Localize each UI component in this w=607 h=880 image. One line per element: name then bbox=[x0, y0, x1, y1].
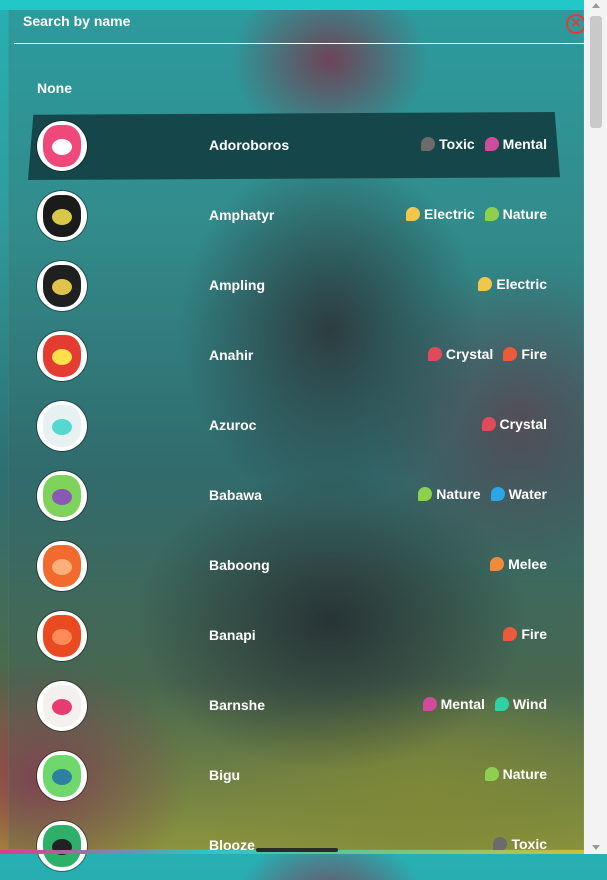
type-label: Fire bbox=[521, 346, 547, 362]
scrollbar-thumb[interactable] bbox=[590, 16, 602, 128]
type-label: Nature bbox=[502, 766, 547, 782]
monster-name: Bigu bbox=[209, 767, 241, 783]
scroll-down-arrow-icon[interactable] bbox=[592, 845, 600, 850]
scroll-up-arrow-icon[interactable] bbox=[592, 3, 600, 8]
drag-handle[interactable] bbox=[256, 848, 338, 852]
list-item[interactable]: Azuroc Crystal bbox=[28, 392, 560, 460]
list-item[interactable]: Anahir Crystal Fire bbox=[28, 322, 560, 390]
list-item[interactable]: Baboong Melee bbox=[28, 532, 560, 600]
avatar bbox=[37, 331, 87, 381]
type-label: Water bbox=[508, 486, 547, 502]
avatar bbox=[37, 541, 87, 591]
type-label: Fire bbox=[521, 626, 547, 642]
type-badge: Melee bbox=[490, 556, 547, 572]
type-label: Crystal bbox=[445, 346, 494, 362]
type-badge: Crystal bbox=[481, 416, 547, 432]
nature-type-icon bbox=[418, 487, 433, 501]
type-label: Electric bbox=[496, 276, 547, 292]
type-badge: Nature bbox=[418, 486, 481, 502]
avatar bbox=[37, 821, 87, 871]
avatar bbox=[37, 261, 87, 311]
type-badge: Wind bbox=[494, 696, 547, 712]
type-label: Nature bbox=[502, 206, 547, 222]
type-badge: Nature bbox=[484, 766, 547, 782]
list-item[interactable]: Babawa Nature Water bbox=[28, 462, 560, 530]
type-badge: Toxic bbox=[421, 136, 475, 152]
monster-name: Ampling bbox=[209, 277, 265, 293]
type-list: Crystal bbox=[481, 416, 547, 432]
list-item[interactable]: Amphatyr Electric Nature bbox=[28, 182, 560, 250]
monster-name: Azuroc bbox=[209, 417, 257, 433]
avatar bbox=[37, 191, 87, 241]
type-badge: Mental bbox=[422, 696, 485, 712]
type-label: Electric bbox=[424, 206, 475, 222]
type-list: Electric Nature bbox=[406, 206, 547, 222]
avatar bbox=[37, 751, 87, 801]
type-list: Toxic Mental bbox=[421, 136, 547, 152]
type-badge: Fire bbox=[503, 346, 547, 362]
type-badge: Fire bbox=[503, 626, 547, 642]
type-list: Mental Wind bbox=[422, 696, 547, 712]
scrollbar-track[interactable] bbox=[584, 0, 607, 854]
type-badge: Electric bbox=[478, 276, 547, 292]
monster-name: Amphatyr bbox=[209, 207, 275, 223]
type-list: Melee bbox=[490, 556, 547, 572]
nature-type-icon bbox=[484, 767, 499, 781]
electric-type-icon bbox=[406, 207, 421, 221]
list-item[interactable]: Banapi Fire bbox=[28, 602, 560, 670]
type-list: Electric bbox=[478, 276, 547, 292]
crystal-type-icon bbox=[481, 417, 496, 431]
type-badge: Electric bbox=[406, 206, 475, 222]
type-list: Fire bbox=[503, 626, 547, 642]
type-label: Mental bbox=[502, 136, 547, 152]
monster-name: Baboong bbox=[209, 557, 270, 573]
list-item[interactable]: Adoroboros Toxic Mental bbox=[28, 112, 560, 180]
toxic-type-icon bbox=[493, 837, 508, 851]
water-type-icon bbox=[490, 487, 505, 501]
monster-name: Babawa bbox=[209, 487, 262, 503]
list-item[interactable]: Ampling Electric bbox=[28, 252, 560, 320]
crystal-type-icon bbox=[427, 347, 442, 361]
monster-name: Barnshe bbox=[209, 697, 266, 713]
wind-type-icon bbox=[494, 697, 509, 711]
nature-type-icon bbox=[484, 207, 499, 221]
type-label: Toxic bbox=[439, 136, 475, 152]
melee-type-icon bbox=[490, 557, 505, 571]
list-item[interactable]: Barnshe Mental Wind bbox=[28, 672, 560, 740]
type-list: Nature Water bbox=[418, 486, 547, 502]
type-label: Crystal bbox=[499, 416, 547, 432]
mental-type-icon bbox=[422, 697, 437, 711]
list-item[interactable]: Blooze Toxic bbox=[28, 812, 560, 880]
avatar bbox=[37, 611, 87, 661]
type-label: Nature bbox=[436, 486, 481, 502]
toxic-type-icon bbox=[421, 137, 436, 151]
avatar bbox=[37, 121, 87, 171]
type-label: Mental bbox=[440, 696, 485, 712]
fire-type-icon bbox=[503, 627, 518, 641]
type-label: Melee bbox=[508, 556, 547, 572]
monster-list: Adoroboros Toxic Mental Amphatyr Electric Nat… bbox=[0, 0, 584, 871]
monster-name: Banapi bbox=[209, 627, 256, 643]
avatar bbox=[37, 681, 87, 731]
type-badge: Crystal bbox=[427, 346, 494, 362]
electric-type-icon bbox=[478, 277, 493, 291]
mental-type-icon bbox=[484, 137, 499, 151]
avatar bbox=[37, 471, 87, 521]
type-badge: Water bbox=[490, 486, 547, 502]
monster-name: Adoroboros bbox=[209, 137, 290, 153]
window-frame-top bbox=[0, 0, 607, 10]
list-item[interactable]: Bigu Nature bbox=[28, 742, 560, 810]
type-badge: Mental bbox=[484, 136, 547, 152]
fire-type-icon bbox=[503, 347, 518, 361]
type-label: Wind bbox=[512, 696, 547, 712]
type-badge: Nature bbox=[484, 206, 547, 222]
type-list: Nature bbox=[484, 766, 547, 782]
monster-name: Anahir bbox=[209, 347, 254, 363]
type-list: Crystal Fire bbox=[427, 346, 547, 362]
avatar bbox=[37, 401, 87, 451]
